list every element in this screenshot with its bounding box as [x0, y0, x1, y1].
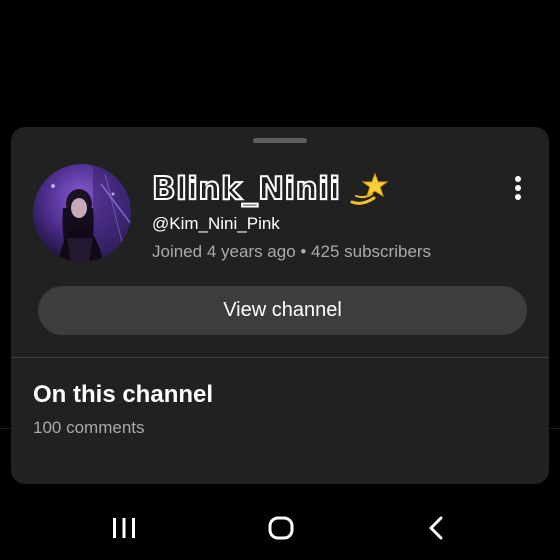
back-icon	[429, 516, 443, 540]
sheet-divider	[11, 357, 549, 358]
back-button[interactable]	[417, 510, 457, 546]
recents-button[interactable]	[104, 510, 144, 546]
home-button[interactable]	[261, 510, 301, 546]
channel-name-row: Blink_Ninii	[151, 169, 390, 209]
comments-count[interactable]: 100 comments	[33, 418, 145, 438]
screen: Blink_Ninii @Kim_Nini_Pink Joined 4 year…	[0, 0, 560, 560]
channel-name: Blink_Ninii	[151, 170, 341, 208]
view-channel-button[interactable]: View channel	[38, 286, 527, 335]
dizzy-star-icon	[348, 170, 390, 208]
recents-icon	[113, 518, 135, 538]
more-options-button[interactable]	[507, 173, 529, 203]
channel-handle: @Kim_Nini_Pink	[152, 214, 280, 233]
system-navigation-bar	[0, 500, 560, 560]
channel-avatar[interactable]	[33, 164, 131, 262]
channel-bottom-sheet: Blink_Ninii @Kim_Nini_Pink Joined 4 year…	[11, 127, 549, 484]
home-icon	[268, 516, 294, 540]
on-this-channel-title: On this channel	[33, 381, 214, 408]
more-vertical-icon	[515, 176, 521, 182]
sheet-drag-handle[interactable]	[253, 138, 307, 143]
channel-meta: Joined 4 years ago • 425 subscribers	[152, 242, 432, 261]
